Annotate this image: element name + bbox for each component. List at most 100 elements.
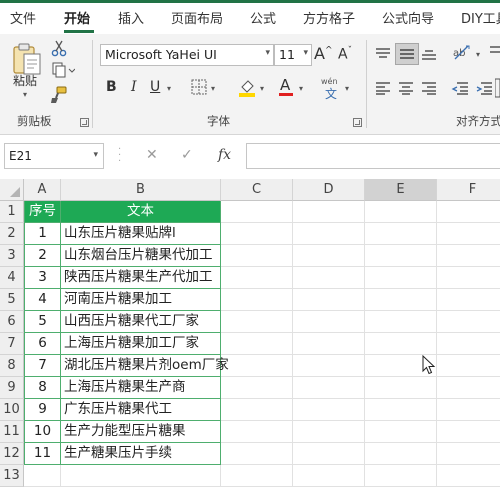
cell-f7[interactable] [437,333,500,355]
align-right-icon[interactable] [421,81,437,99]
italic-button[interactable]: I [131,79,137,95]
formula-input[interactable] [246,143,500,169]
cell-a9[interactable]: 8 [24,377,61,399]
cell-b7[interactable]: 上海压片糖果加工厂家 [61,333,221,355]
font-launcher-icon[interactable] [353,118,362,127]
cell-a1[interactable]: 序号 [24,201,61,223]
cell-c12[interactable] [221,443,293,465]
format-painter-icon[interactable] [50,86,68,108]
cancel-icon[interactable]: ✕ [146,147,158,163]
cell-f6[interactable] [437,311,500,333]
paste-label[interactable]: 粘贴 [13,72,37,89]
cell-a10[interactable]: 9 [24,399,61,421]
fill-color-icon[interactable] [238,78,256,101]
cell-a12[interactable]: 11 [24,443,61,465]
cell-f3[interactable] [437,245,500,267]
cell-f5[interactable] [437,289,500,311]
cell-c3[interactable] [221,245,293,267]
cell-d6[interactable] [293,311,365,333]
tab-fangfang-gezi[interactable]: 方方格子 [303,8,355,27]
cell-b9[interactable]: 上海压片糖果生产商 [61,377,221,399]
cell-c8[interactable] [221,355,293,377]
cell-d13[interactable] [293,465,365,487]
cell-c11[interactable] [221,421,293,443]
cell-f13[interactable] [437,465,500,487]
cell-d7[interactable] [293,333,365,355]
cell-f9[interactable] [437,377,500,399]
fill-color-dropdown-icon[interactable]: ▾ [260,84,264,93]
align-center-icon[interactable] [398,81,414,99]
cell-b6[interactable]: 山西压片糖果代工厂家 [61,311,221,333]
tab-page-layout[interactable]: 页面布局 [171,8,223,27]
row-header-5[interactable]: 5 [0,289,24,311]
row-header-12[interactable]: 12 [0,443,24,465]
cell-f1[interactable] [437,201,500,223]
underline-button[interactable]: U [150,79,160,95]
cell-d5[interactable] [293,289,365,311]
formula-bar-grip-icon[interactable]: · · · [118,145,122,167]
cell-c1[interactable] [221,201,293,223]
cell-c2[interactable] [221,223,293,245]
cell-e1[interactable] [365,201,437,223]
increase-indent-icon[interactable] [475,81,493,99]
row-header-13[interactable]: 13 [0,465,24,487]
cell-f12[interactable] [437,443,500,465]
orientation-dropdown-icon[interactable]: ▾ [476,50,480,59]
cell-d3[interactable] [293,245,365,267]
column-header-b[interactable]: B [61,179,221,201]
row-header-7[interactable]: 7 [0,333,24,355]
cell-f2[interactable] [437,223,500,245]
cell-f10[interactable] [437,399,500,421]
paste-dropdown-icon[interactable]: ▾ [23,90,27,99]
cell-e6[interactable] [365,311,437,333]
cell-c7[interactable] [221,333,293,355]
cell-e13[interactable] [365,465,437,487]
align-bottom-icon[interactable] [421,47,437,65]
cell-d1[interactable] [293,201,365,223]
cell-a6[interactable]: 5 [24,311,61,333]
cell-e11[interactable] [365,421,437,443]
cell-c10[interactable] [221,399,293,421]
cell-b13[interactable] [61,465,221,487]
enter-icon[interactable]: ✓ [181,147,193,163]
column-header-f[interactable]: F [437,179,500,201]
cell-a2[interactable]: 1 [24,223,61,245]
increase-font-size-button[interactable]: A^ [314,44,333,63]
cell-b2[interactable]: 山东压片糖果贴牌l [61,223,221,245]
align-left-icon[interactable] [375,81,391,99]
cell-e9[interactable] [365,377,437,399]
column-header-e[interactable]: E [365,179,437,201]
cell-b1[interactable]: 文本 [61,201,221,223]
cell-d12[interactable] [293,443,365,465]
copy-icon[interactable] [50,62,76,82]
cell-c5[interactable] [221,289,293,311]
cell-f11[interactable] [437,421,500,443]
font-color-dropdown-icon[interactable]: ▾ [299,84,303,93]
row-header-11[interactable]: 11 [0,421,24,443]
row-header-9[interactable]: 9 [0,377,24,399]
row-header-1[interactable]: 1 [0,201,24,223]
phonetic-dropdown-icon[interactable]: ▾ [345,84,349,93]
clipboard-launcher-icon[interactable] [80,118,89,127]
insert-function-icon[interactable]: fx [218,147,231,163]
cell-e7[interactable] [365,333,437,355]
column-header-a[interactable]: A [24,179,61,201]
font-name-combo[interactable]: Microsoft YaHei UI ▾ [100,44,274,66]
cell-b4[interactable]: 陕西压片糖果生产代加工 [61,267,221,289]
cell-d4[interactable] [293,267,365,289]
row-header-6[interactable]: 6 [0,311,24,333]
align-top-icon[interactable] [375,47,391,65]
name-box[interactable]: E21 ▾ [4,143,104,169]
font-color-button[interactable]: A [280,76,290,94]
cell-a5[interactable]: 4 [24,289,61,311]
tab-home[interactable]: 开始 [64,8,90,27]
cell-b3[interactable]: 山东烟台压片糖果代加工 [61,245,221,267]
cell-b5[interactable]: 河南压片糖果加工 [61,289,221,311]
tab-formulas[interactable]: 公式 [250,8,276,27]
cell-d9[interactable] [293,377,365,399]
wrap-text-icon[interactable] [490,44,500,64]
cell-c9[interactable] [221,377,293,399]
tab-diy-tools[interactable]: DIY工具 [461,8,500,27]
cell-c6[interactable] [221,311,293,333]
cell-a11[interactable]: 10 [24,421,61,443]
